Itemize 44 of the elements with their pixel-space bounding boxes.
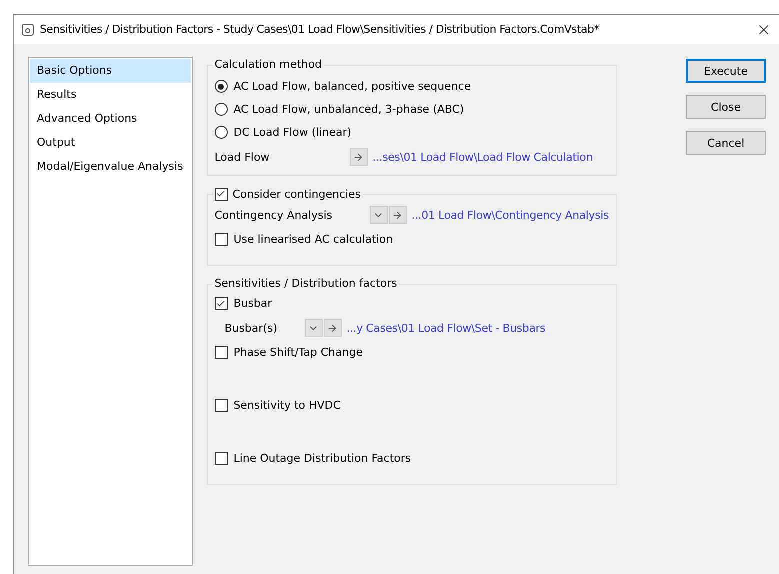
checkbox-label: Sensitivity to HVDC xyxy=(234,399,341,412)
checkbox-label: Busbar xyxy=(234,297,272,310)
checkbox[interactable] xyxy=(214,452,228,465)
option-label: DC Load Flow (linear) xyxy=(234,126,352,139)
checkbox[interactable] xyxy=(214,297,228,310)
checkbox-label: Consider contingencies xyxy=(232,188,362,200)
dialog-button[interactable]: Cancel xyxy=(686,131,766,155)
option-label: AC Load Flow, balanced, positive sequence xyxy=(234,80,472,93)
object-link[interactable]: ...ses\01 Load Flow\Load Flow Calculation xyxy=(372,150,593,164)
dialog-button[interactable]: Execute xyxy=(686,59,766,83)
check-icon xyxy=(216,298,226,308)
checkbox[interactable] xyxy=(214,188,228,200)
sidebar-item[interactable]: Output xyxy=(30,131,191,155)
checkbox[interactable] xyxy=(214,346,228,359)
checkbox-label: Use linearised AC calculation xyxy=(234,233,394,246)
arrow-right-icon xyxy=(392,210,404,220)
app-icon xyxy=(22,24,34,36)
radio-button[interactable] xyxy=(214,126,228,139)
checkbox-label: Line Outage Distribution Factors xyxy=(234,452,412,465)
arrow-right-icon xyxy=(327,322,338,334)
dropdown-button[interactable] xyxy=(304,319,323,337)
field-label: Contingency Analysis xyxy=(214,208,334,222)
window-title: Sensitivities / Distribution Factors - Study Cases\01 Load Flow\Sensitivities / Distribution Factors.ComVstab* xyxy=(40,23,600,36)
jump-button[interactable] xyxy=(350,148,368,166)
radio-button[interactable] xyxy=(214,80,228,93)
object-link[interactable]: ...01 Load Flow\Contingency Analysis xyxy=(412,208,609,222)
checkbox[interactable] xyxy=(214,233,228,246)
checkbox-label: Phase Shift/Tap Change xyxy=(234,346,363,359)
radio-button[interactable] xyxy=(214,103,228,116)
field-label: Load Flow xyxy=(214,150,271,164)
sidebar-item[interactable]: Basic Options xyxy=(30,59,191,83)
field-label: Busbar(s) xyxy=(224,322,278,334)
arrow-right-icon xyxy=(353,152,364,162)
sidebar-item[interactable]: Advanced Options xyxy=(30,107,191,131)
dialog-button[interactable]: Close xyxy=(686,95,766,119)
object-link[interactable]: ...y Cases\01 Load Flow\Set - Busbars xyxy=(346,322,546,334)
jump-button[interactable] xyxy=(388,206,407,224)
jump-button[interactable] xyxy=(324,319,342,337)
check-icon xyxy=(216,189,226,199)
sidebar-item[interactable]: Results xyxy=(30,83,191,107)
sidebar-item[interactable]: Modal/Eigenvalue Analysis xyxy=(30,155,191,179)
checkbox[interactable] xyxy=(214,399,228,412)
dropdown-button[interactable] xyxy=(370,206,388,224)
option-label: AC Load Flow, unbalanced, 3-phase (ABC) xyxy=(234,103,464,116)
